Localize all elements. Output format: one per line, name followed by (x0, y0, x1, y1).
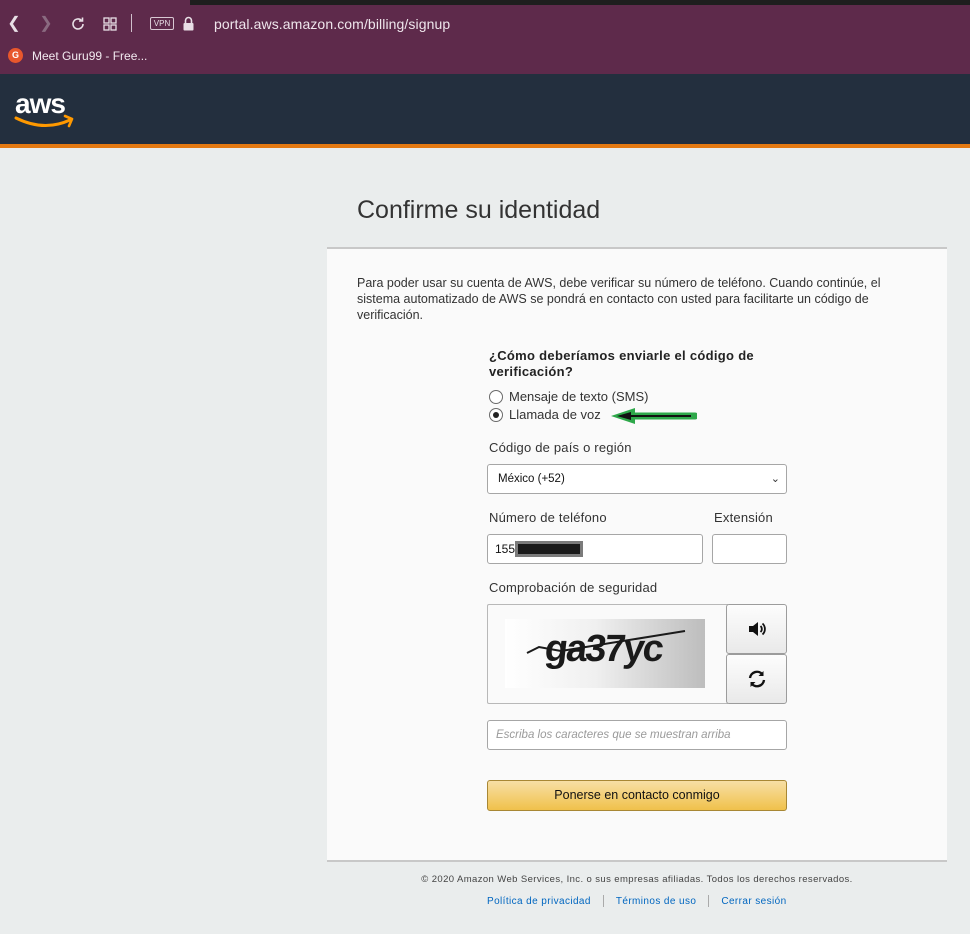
option-sms[interactable]: Mensaje de texto (SMS) (489, 389, 648, 404)
refresh-captcha-button[interactable] (726, 654, 787, 704)
country-select[interactable]: México (+52) ⌄ (487, 464, 787, 494)
option-voice-label[interactable]: Llamada de voz (509, 407, 601, 422)
forward-icon[interactable]: ❯ (36, 14, 56, 34)
contact-me-button[interactable]: Ponerse en contacto conmigo (487, 780, 787, 811)
reload-icon[interactable] (68, 14, 88, 34)
header-accent-bar (0, 144, 970, 148)
page-title: Confirme su identidad (357, 196, 601, 224)
privacy-policy-link[interactable]: Política de privacidad (487, 896, 591, 907)
audio-captcha-button[interactable] (726, 604, 787, 654)
toolbar-separator (131, 14, 132, 32)
phone-label: Número de teléfono (489, 510, 607, 525)
option-voice[interactable]: Llamada de voz (489, 407, 601, 422)
aws-header (0, 74, 970, 144)
terms-of-use-link[interactable]: Términos de uso (616, 896, 696, 907)
security-check-label: Comprobación de seguridad (489, 580, 658, 595)
lock-icon[interactable] (183, 16, 194, 31)
extension-input[interactable] (712, 534, 787, 564)
vpn-badge[interactable]: VPN (150, 17, 174, 30)
address-bar[interactable]: portal.aws.amazon.com/billing/signup (214, 16, 450, 32)
footer-divider (708, 895, 710, 907)
bookmark-item[interactable]: G Meet Guru99 - Free... (8, 48, 147, 63)
radio-voice[interactable] (489, 407, 503, 422)
aws-logo[interactable]: aws (15, 88, 66, 120)
radio-sms[interactable] (489, 389, 503, 404)
tab-strip-edge (190, 0, 970, 5)
refresh-icon (748, 670, 765, 688)
captcha-text: ga37yc (542, 628, 665, 670)
sign-out-link[interactable]: Cerrar sesión (721, 896, 786, 907)
bookmark-favicon-icon: G (8, 48, 23, 63)
tabs-grid-icon[interactable] (100, 14, 120, 34)
country-label: Código de país o región (489, 440, 632, 455)
footer-links: Política de privacidad Términos de uso C… (487, 895, 787, 907)
captcha-image: ga37yc (505, 619, 705, 688)
phone-input-value: 155 (495, 542, 516, 556)
extension-label: Extensión (714, 510, 773, 525)
annotation-arrow-icon (611, 408, 697, 424)
back-icon[interactable]: ❮ (4, 14, 24, 34)
speaker-icon (748, 622, 766, 636)
bookmark-label: Meet Guru99 - Free... (32, 48, 148, 63)
country-select-value: México (+52) (498, 473, 565, 485)
captcha-input[interactable] (487, 720, 787, 750)
intro-text: Para poder usar su cuenta de AWS, debe v… (357, 276, 881, 322)
captcha-input-field[interactable] (488, 721, 786, 749)
option-sms-label[interactable]: Mensaje de texto (SMS) (509, 389, 648, 404)
verification-method-question: ¿Cómo deberíamos enviarle el código de v… (489, 348, 754, 379)
chevron-down-icon: ⌄ (770, 473, 780, 485)
redaction-block (515, 541, 583, 557)
copyright-text: © 2020 Amazon Web Services, Inc. o sus e… (421, 874, 853, 885)
footer-divider (602, 895, 604, 907)
